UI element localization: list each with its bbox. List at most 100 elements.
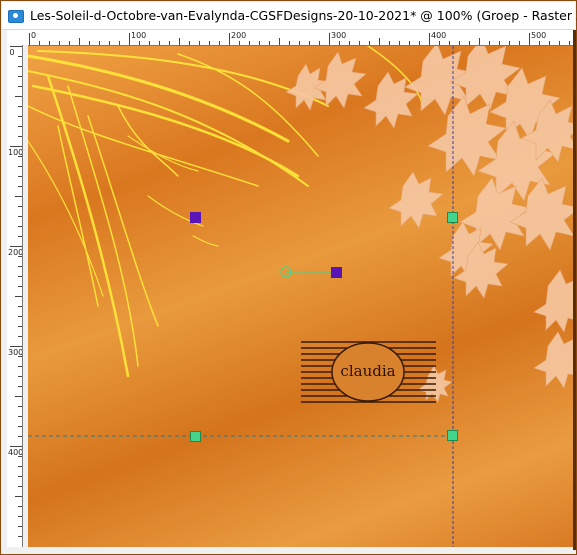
ruler-tick [18, 336, 22, 337]
ruler-tick [18, 236, 22, 237]
ruler-tick [18, 76, 22, 77]
transform-center-handle[interactable] [190, 212, 201, 223]
ruler-tick [18, 456, 22, 457]
image-canvas[interactable]: claudia [28, 46, 573, 547]
ruler-tick [18, 286, 22, 287]
ruler-tick [219, 41, 220, 45]
ruler-tick [259, 41, 260, 45]
ruler-tick [18, 306, 22, 307]
ruler-tick [139, 41, 140, 45]
ruler-tick [18, 156, 22, 157]
ruler-tick [369, 41, 370, 45]
ruler-tick [489, 41, 490, 45]
ruler-tick [18, 186, 22, 187]
ruler-tick [18, 426, 22, 427]
claudia-watermark: claudia [301, 341, 436, 403]
window-title: Les-Soleil-d-Octobre-van-Evalynda-CGSFDe… [30, 8, 577, 23]
ruler-label: 200 [8, 248, 23, 257]
ruler-tick [509, 41, 510, 45]
ruler-tick [18, 536, 22, 537]
ruler-tick [18, 486, 22, 487]
ruler-tick [15, 196, 22, 197]
ruler-tick [18, 356, 22, 357]
ruler-tick [18, 476, 22, 477]
ruler-tick [359, 41, 360, 45]
ruler-tick [18, 516, 22, 517]
ruler-tick [469, 41, 470, 45]
ruler-tick [18, 136, 22, 137]
yellow-streaks [28, 46, 424, 378]
ruler-tick [449, 41, 450, 45]
ruler-tick [18, 66, 22, 67]
ruler-tick [389, 41, 390, 45]
ruler-label: 200 [231, 31, 247, 40]
ruler-tick [549, 41, 550, 45]
ruler-tick [49, 41, 50, 45]
ruler-tick [15, 96, 22, 97]
ruler-label: 100 [8, 148, 23, 157]
ruler-corner [7, 30, 28, 45]
ruler-tick [299, 41, 300, 45]
ruler-tick [79, 38, 80, 45]
ruler-tick [239, 41, 240, 45]
ruler-tick [309, 41, 310, 45]
ruler-tick [479, 38, 480, 45]
resize-handle-corner[interactable] [447, 430, 458, 441]
ruler-tick [18, 266, 22, 267]
ruler-tick [319, 41, 320, 45]
title-bar[interactable]: Les-Soleil-d-Octobre-van-Evalynda-CGSFDe… [2, 2, 577, 30]
ruler-tick [349, 41, 350, 45]
rotation-pivot-handle[interactable] [331, 267, 342, 278]
ruler-tick [289, 41, 290, 45]
ruler-tick [419, 41, 420, 45]
ruler-tick [89, 41, 90, 45]
ruler-label: 500 [531, 31, 547, 40]
ruler-tick [18, 176, 22, 177]
ruler-tick [18, 86, 22, 87]
ruler-tick [459, 41, 460, 45]
ruler-tick [179, 38, 180, 45]
ruler-tick [18, 276, 22, 277]
ruler-tick [18, 106, 22, 107]
ruler-tick [18, 526, 22, 527]
ruler-label: 0 [9, 48, 15, 57]
ruler-tick [18, 386, 22, 387]
ruler-tick [279, 38, 280, 45]
ruler-tick [18, 216, 22, 217]
ruler-tick [18, 506, 22, 507]
ruler-tick [15, 296, 22, 297]
ruler-tick [409, 41, 410, 45]
ruler-tick [18, 166, 22, 167]
ruler-tick [59, 41, 60, 45]
ruler-tick [18, 256, 22, 257]
ruler-label: 100 [131, 31, 147, 40]
ruler-tick [109, 41, 110, 45]
ruler-tick [18, 56, 22, 57]
ruler-tick [18, 316, 22, 317]
ruler-tick [18, 416, 22, 417]
ruler-label: 400 [431, 31, 447, 40]
ruler-tick [499, 41, 500, 45]
ruler-tick [18, 226, 22, 227]
ruler-label: 300 [8, 348, 23, 357]
resize-handle-right[interactable] [447, 212, 458, 223]
ruler-tick [15, 496, 22, 497]
image-window: Les-Soleil-d-Octobre-van-Evalynda-CGSFDe… [0, 0, 577, 555]
image-icon [8, 10, 24, 23]
ruler-tick [199, 41, 200, 45]
ruler-tick [119, 41, 120, 45]
ruler-tick [189, 41, 190, 45]
ruler-tick [18, 326, 22, 327]
ruler-tick [519, 41, 520, 45]
ruler-tick [18, 376, 22, 377]
ruler-tick [18, 116, 22, 117]
ruler-tick [69, 41, 70, 45]
resize-handle-bottom[interactable] [190, 431, 201, 442]
ruler-tick [339, 41, 340, 45]
ruler-tick [18, 126, 22, 127]
ruler-tick [18, 436, 22, 437]
ruler-tick [569, 41, 570, 45]
ruler-tick [18, 206, 22, 207]
ruler-tick [149, 41, 150, 45]
ruler-tick [39, 41, 40, 45]
